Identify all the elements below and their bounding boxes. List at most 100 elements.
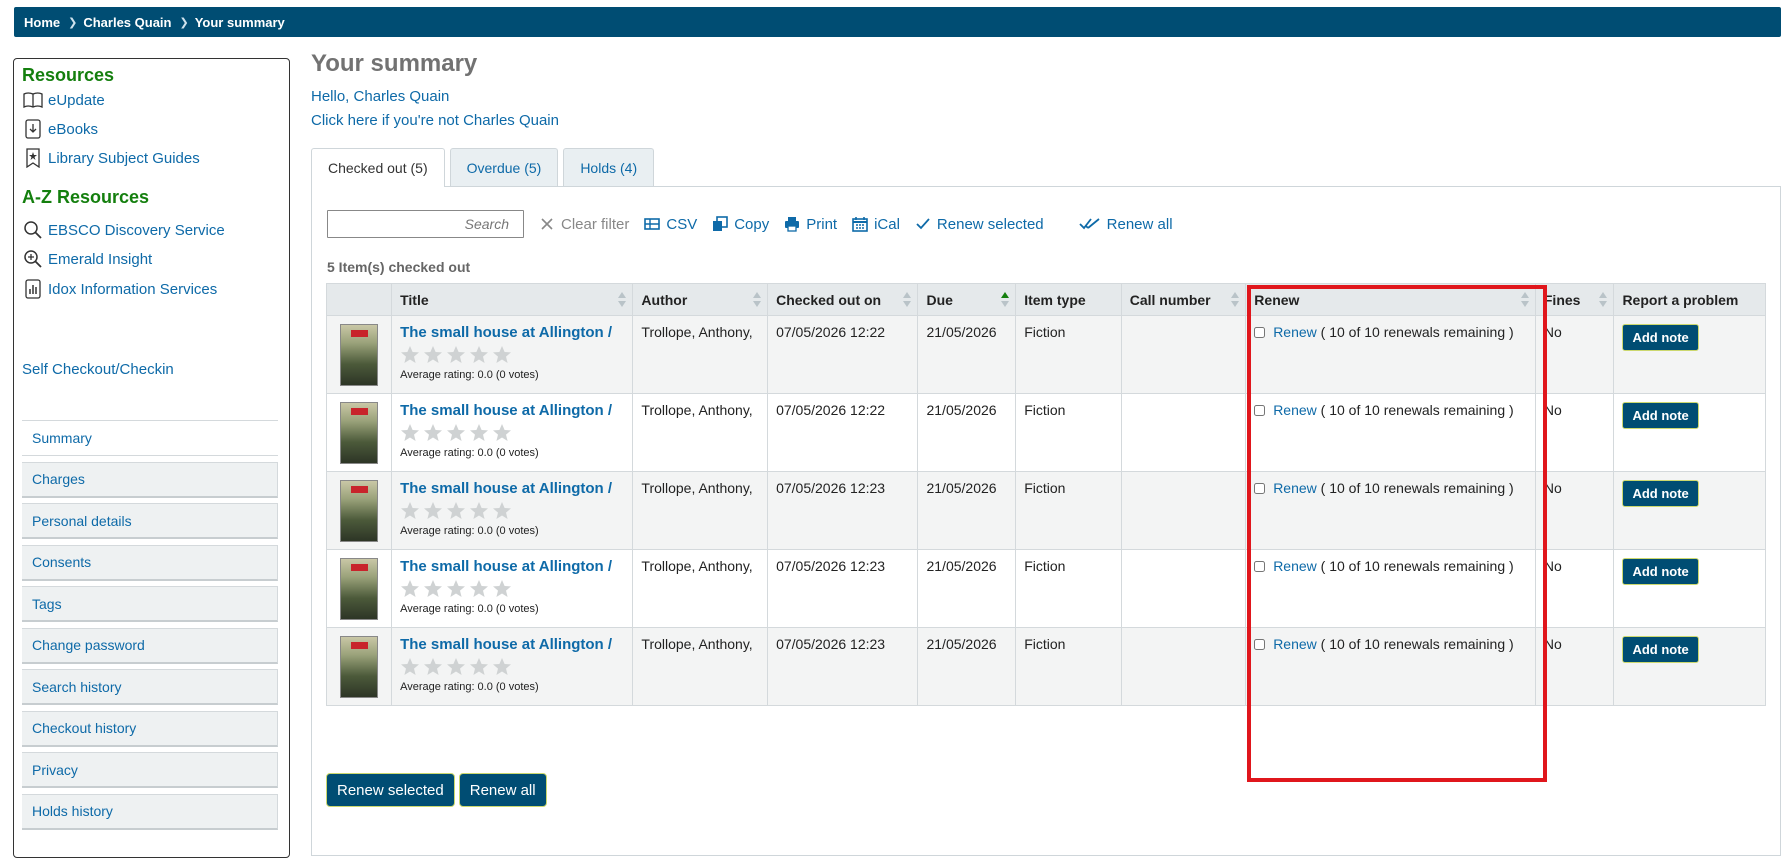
star-icon[interactable] — [423, 345, 443, 365]
star-icon[interactable] — [446, 579, 466, 599]
star-icon[interactable] — [423, 657, 443, 677]
renew-all-button[interactable]: Renew all — [458, 773, 547, 807]
star-icon[interactable] — [400, 657, 420, 677]
column-header-title[interactable]: Title — [391, 283, 634, 316]
star-icon[interactable] — [446, 423, 466, 443]
not-me-link[interactable]: Click here if you're not Charles Quain — [311, 112, 559, 129]
star-icon[interactable] — [492, 657, 512, 677]
average-rating: Average rating: 0.0 (0 votes) — [400, 603, 539, 615]
renew-checkbox[interactable] — [1254, 483, 1266, 494]
menu-item-tags[interactable]: Tags — [22, 586, 278, 622]
column-header-author[interactable]: Author — [632, 283, 769, 316]
menu-item-charges[interactable]: Charges — [22, 461, 278, 498]
sidebar-link-ebooks[interactable]: eBooks — [22, 118, 98, 140]
tab-overdue[interactable]: Overdue (5) — [449, 148, 559, 186]
add-note-button[interactable]: Add note — [1622, 558, 1699, 585]
sort-icon — [903, 292, 912, 308]
checked-out-cell: 07/05/2026 12:23 — [767, 549, 919, 628]
star-icon[interactable] — [492, 345, 512, 365]
renew-checkbox[interactable] — [1254, 639, 1266, 650]
table-row: The small house at Allington / Average r… — [325, 549, 1766, 628]
menu-item-consents[interactable]: Consents — [22, 544, 278, 581]
star-icon[interactable] — [423, 423, 443, 443]
add-note-button[interactable]: Add note — [1622, 402, 1699, 429]
breadcrumb-user[interactable]: Charles Quain — [83, 15, 171, 30]
book-cover-image[interactable] — [340, 558, 379, 620]
tab-checked-out[interactable]: Checked out (5) — [311, 148, 445, 187]
renew-link[interactable]: Renew — [1273, 324, 1317, 340]
star-icon[interactable] — [400, 579, 420, 599]
title-link[interactable]: The small house at Allington / — [400, 558, 612, 575]
star-icon[interactable] — [469, 501, 489, 521]
copy-button[interactable]: Copy — [711, 216, 769, 233]
column-header-renew[interactable]: Renew — [1245, 283, 1536, 316]
renew-checkbox[interactable] — [1254, 405, 1266, 416]
add-note-button[interactable]: Add note — [1622, 324, 1699, 351]
breadcrumb-current[interactable]: Your summary — [195, 15, 285, 30]
title-link[interactable]: The small house at Allington / — [400, 636, 612, 653]
star-icon[interactable] — [469, 423, 489, 443]
sidebar-link-subject-guides[interactable]: Library Subject Guides — [22, 147, 200, 169]
close-icon — [538, 216, 556, 232]
renew-link[interactable]: Renew — [1273, 636, 1317, 652]
title-link[interactable]: The small house at Allington / — [400, 480, 612, 497]
sidebar-link-idox[interactable]: Idox Information Services — [22, 278, 217, 300]
star-icon[interactable] — [469, 657, 489, 677]
renew-link[interactable]: Renew — [1273, 480, 1317, 496]
column-header-fines[interactable]: Fines — [1534, 283, 1615, 316]
sidebar-link-eupdate[interactable]: eUpdate — [22, 89, 105, 111]
item-type-cell: Fiction — [1015, 471, 1122, 550]
menu-item-summary[interactable]: Summary — [22, 420, 278, 456]
star-icon[interactable] — [400, 345, 420, 365]
menu-item-change-password[interactable]: Change password — [22, 627, 278, 664]
book-cover-image[interactable] — [340, 480, 379, 542]
star-icon[interactable] — [469, 345, 489, 365]
average-rating: Average rating: 0.0 (0 votes) — [400, 681, 539, 693]
menu-item-search-history[interactable]: Search history — [22, 669, 278, 705]
print-button[interactable]: Print — [783, 216, 837, 233]
renew-all-link[interactable]: Renew all — [1078, 216, 1173, 233]
add-note-button[interactable]: Add note — [1622, 480, 1699, 507]
breadcrumb-home[interactable]: Home — [24, 15, 60, 30]
title-link[interactable]: The small house at Allington / — [400, 402, 612, 419]
menu-item-privacy[interactable]: Privacy — [22, 752, 278, 788]
star-icon[interactable] — [492, 579, 512, 599]
column-header-item-type[interactable]: Item type — [1015, 283, 1122, 316]
renew-selected-button[interactable]: Renew selected — [326, 773, 455, 807]
star-icon[interactable] — [400, 501, 420, 521]
sidebar-link-emerald[interactable]: Emerald Insight — [22, 248, 152, 270]
book-cover-image[interactable] — [340, 402, 379, 464]
star-icon[interactable] — [423, 501, 443, 521]
star-icon[interactable] — [446, 345, 466, 365]
renew-checkbox[interactable] — [1254, 561, 1266, 572]
star-icon[interactable] — [469, 579, 489, 599]
renew-link[interactable]: Renew — [1273, 402, 1317, 418]
menu-item-holds-history[interactable]: Holds history — [22, 793, 278, 830]
column-header-checked-out-on[interactable]: Checked out on — [767, 283, 919, 316]
renew-selected-link[interactable]: Renew selected — [914, 216, 1044, 233]
star-icon[interactable] — [446, 657, 466, 677]
star-icon[interactable] — [492, 423, 512, 443]
book-cover-image[interactable] — [340, 324, 379, 386]
tab-holds[interactable]: Holds (4) — [563, 148, 655, 186]
star-icon[interactable] — [400, 423, 420, 443]
renew-checkbox[interactable] — [1254, 327, 1266, 338]
book-cover-image[interactable] — [340, 636, 379, 698]
clear-filter-button[interactable]: Clear filter — [538, 216, 629, 233]
sidebar-link-ebsco[interactable]: EBSCO Discovery Service — [22, 219, 225, 241]
menu-item-personal-details[interactable]: Personal details — [22, 503, 278, 539]
ical-button[interactable]: iCal — [851, 216, 900, 233]
star-icon[interactable] — [423, 579, 443, 599]
title-link[interactable]: The small house at Allington / — [400, 324, 612, 341]
renew-link[interactable]: Renew — [1273, 558, 1317, 574]
self-checkout-link[interactable]: Self Checkout/Checkin — [22, 361, 174, 378]
column-header-due[interactable]: Due — [917, 283, 1017, 316]
csv-button[interactable]: CSV — [643, 216, 697, 233]
search-input[interactable] — [327, 210, 524, 238]
star-icon[interactable] — [492, 501, 512, 521]
add-note-button[interactable]: Add note — [1622, 636, 1699, 663]
star-icon[interactable] — [446, 501, 466, 521]
column-header-call-number[interactable]: Call number — [1120, 283, 1247, 316]
sidebar-link-label: Emerald Insight — [48, 250, 153, 268]
menu-item-checkout-history[interactable]: Checkout history — [22, 710, 278, 747]
